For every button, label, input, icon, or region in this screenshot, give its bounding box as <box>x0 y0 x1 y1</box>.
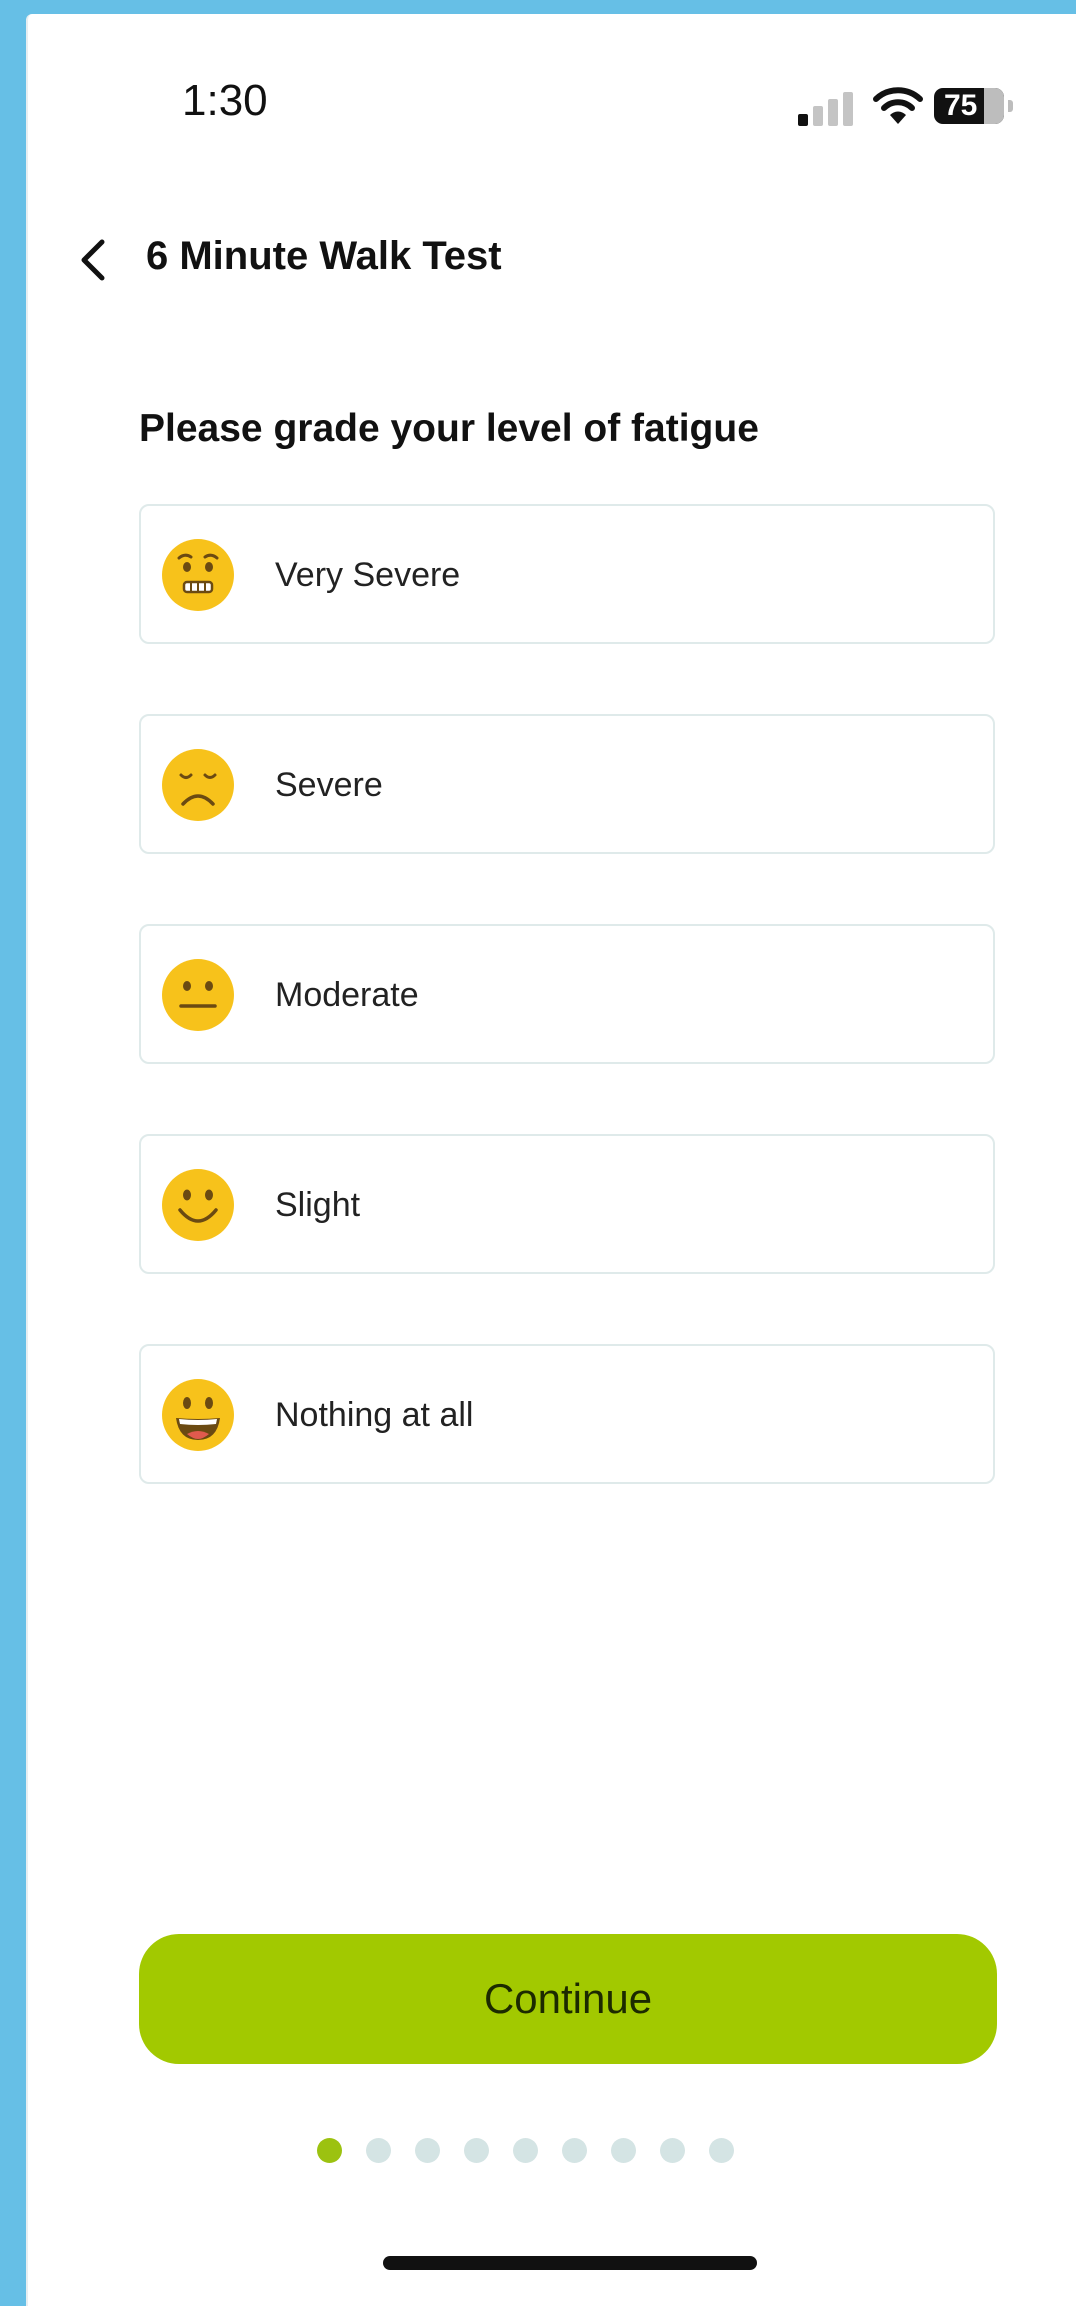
battery-percent: 75 <box>944 89 978 122</box>
frowning-face-icon <box>162 749 234 821</box>
grinning-face-icon <box>162 1379 234 1451</box>
page-dot <box>562 2138 587 2163</box>
option-label: Nothing at all <box>275 1396 474 1434</box>
home-indicator[interactable] <box>383 2256 757 2270</box>
option-slight[interactable]: Slight <box>139 1134 995 1274</box>
page-dot-active <box>317 2138 342 2163</box>
phone-screen: 1:30 75 6 Minute Walk Test Please grade … <box>26 14 1076 2306</box>
page-dot <box>366 2138 391 2163</box>
status-time: 1:30 <box>182 76 268 125</box>
pagination-dots <box>317 2138 737 2166</box>
option-severe[interactable]: Severe <box>139 714 995 854</box>
option-moderate[interactable]: Moderate <box>139 924 995 1064</box>
neutral-face-icon <box>162 959 234 1031</box>
page-dot <box>513 2138 538 2163</box>
page-title: 6 Minute Walk Test <box>146 234 502 278</box>
option-label: Severe <box>275 766 383 804</box>
cellular-signal-icon <box>798 92 854 126</box>
option-label: Moderate <box>275 976 419 1014</box>
chevron-left-icon <box>81 239 105 281</box>
battery-icon: 75 <box>934 88 1013 126</box>
option-nothing-at-all[interactable]: Nothing at all <box>139 1344 995 1484</box>
page-dot <box>660 2138 685 2163</box>
status-bar: 1:30 75 <box>28 14 1076 164</box>
option-label: Very Severe <box>275 556 461 594</box>
question-heading: Please grade your level of fatigue <box>139 407 759 450</box>
header: 6 Minute Walk Test <box>28 214 1076 304</box>
page-dot <box>415 2138 440 2163</box>
option-label: Slight <box>275 1186 361 1224</box>
continue-button[interactable]: Continue <box>139 1934 997 2064</box>
page-dot <box>709 2138 734 2163</box>
page-dot <box>611 2138 636 2163</box>
back-button[interactable] <box>68 232 118 288</box>
page-dot <box>464 2138 489 2163</box>
slightly-smiling-face-icon <box>162 1169 234 1241</box>
wifi-icon <box>872 84 924 128</box>
pleading-face-icon <box>162 539 234 611</box>
option-very-severe[interactable]: Very Severe <box>139 504 995 644</box>
